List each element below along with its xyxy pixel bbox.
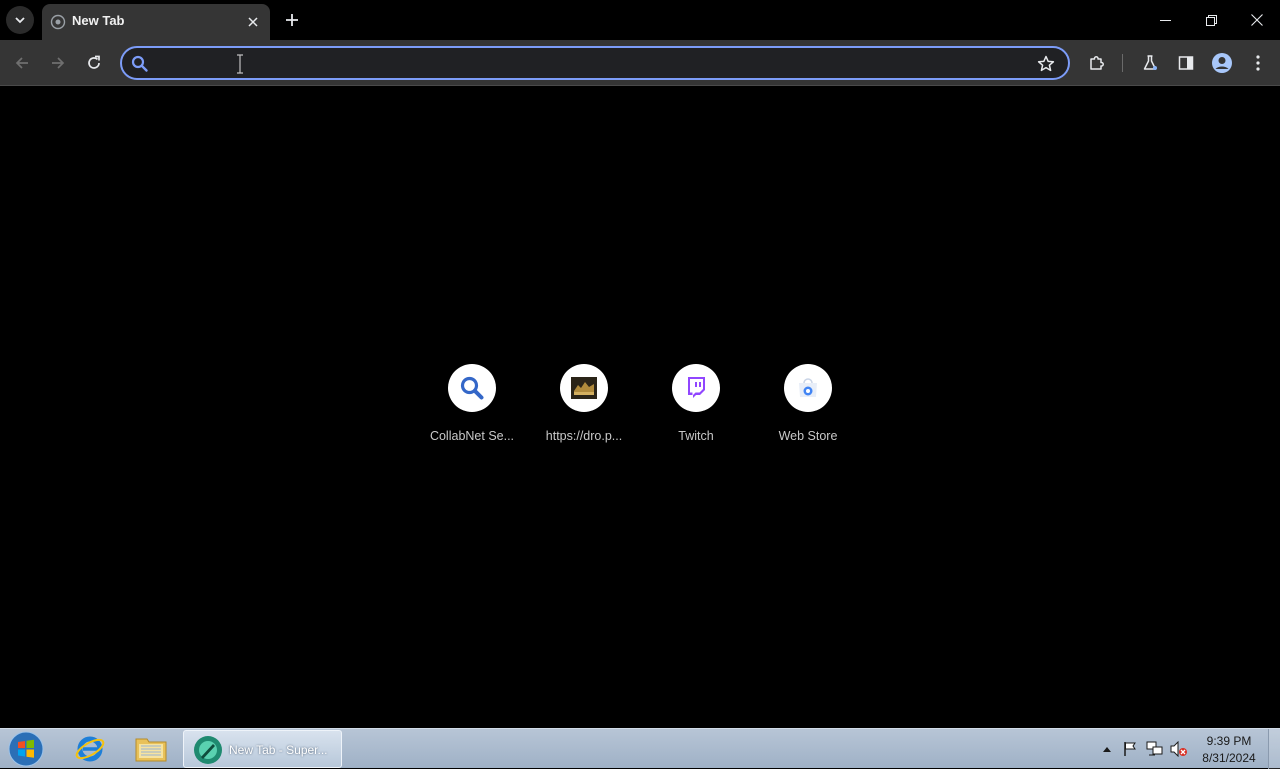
avatar-icon xyxy=(1212,53,1232,73)
shortcut-tile[interactable]: Twitch xyxy=(640,364,752,460)
shortcut-icon xyxy=(448,364,496,412)
close-icon xyxy=(1251,14,1263,26)
system-clock[interactable]: 9:39 PM 8/31/2024 xyxy=(1196,733,1262,767)
volume-tray-icon[interactable] xyxy=(1170,741,1188,757)
flag-icon xyxy=(1124,742,1136,756)
tab-new-tab[interactable]: New Tab xyxy=(42,4,270,40)
address-input[interactable] xyxy=(156,52,1026,74)
show-hidden-icons-button[interactable] xyxy=(1098,741,1116,757)
clock-time: 9:39 PM xyxy=(1206,734,1252,748)
text-cursor-icon xyxy=(237,54,243,74)
search-icon xyxy=(131,55,148,72)
back-button[interactable] xyxy=(7,48,37,78)
tab-close-button[interactable] xyxy=(242,11,264,33)
shortcut-icon xyxy=(672,364,720,412)
more-vertical-icon xyxy=(1256,55,1260,71)
shortcut-icon xyxy=(560,364,608,412)
extensions-button[interactable] xyxy=(1082,48,1112,78)
arrow-left-icon xyxy=(15,57,28,69)
minimize-icon xyxy=(1159,19,1171,21)
tab-strip: New Tab xyxy=(0,0,1280,40)
browser-window: New Tab CollabNet Se... https://dro.p...… xyxy=(0,0,1280,728)
restore-button[interactable] xyxy=(1188,0,1234,40)
clock-date: 8/31/2024 xyxy=(1202,751,1256,765)
bookmark-star-icon[interactable] xyxy=(1036,54,1056,74)
new-tab-page: CollabNet Se... https://dro.p... Twitch … xyxy=(0,87,1280,728)
search-icon xyxy=(460,376,484,400)
windows-logo-icon xyxy=(8,731,44,767)
profile-button[interactable] xyxy=(1207,48,1237,78)
shortcut-tile[interactable]: https://dro.p... xyxy=(528,364,640,460)
taskbar-window-label: New Tab - Super... xyxy=(229,743,328,757)
network-icon xyxy=(1146,741,1163,756)
shortcut-label: Web Store xyxy=(778,429,838,443)
tab-search-button[interactable] xyxy=(6,6,34,34)
minimize-button[interactable] xyxy=(1142,0,1188,40)
globe-icon xyxy=(50,14,66,30)
chevron-down-icon xyxy=(15,17,25,24)
shortcut-tile[interactable]: Web Store xyxy=(752,364,864,460)
volume-muted-icon xyxy=(1170,741,1187,757)
taskbar-window-browser[interactable]: New Tab - Super... xyxy=(183,730,342,768)
flask-icon xyxy=(1143,55,1157,70)
shortcut-tile[interactable]: CollabNet Se... xyxy=(416,364,528,460)
web-store-icon xyxy=(799,378,817,397)
taskbar-internet-explorer[interactable] xyxy=(62,730,118,768)
new-tab-button[interactable] xyxy=(280,6,304,34)
restore-icon xyxy=(1205,14,1217,26)
toolbar-divider xyxy=(1122,54,1123,72)
address-bar[interactable] xyxy=(120,46,1070,80)
close-window-button[interactable] xyxy=(1234,0,1280,40)
shortcut-icon xyxy=(784,364,832,412)
twitch-icon xyxy=(688,377,705,398)
internet-explorer-icon xyxy=(75,736,105,762)
side-panel-icon xyxy=(1178,56,1194,70)
folder-icon xyxy=(135,738,167,762)
plus-icon xyxy=(286,14,298,26)
shortcut-label: CollabNet Se... xyxy=(429,429,515,443)
reload-button[interactable] xyxy=(79,48,109,78)
puzzle-icon xyxy=(1090,56,1104,70)
network-tray-icon[interactable] xyxy=(1146,741,1164,757)
taskbar-file-explorer[interactable] xyxy=(123,730,179,768)
chevron-up-icon xyxy=(1103,747,1111,752)
shortcut-label: Twitch xyxy=(678,429,714,443)
show-desktop-button[interactable] xyxy=(1268,729,1280,769)
arrow-right-icon xyxy=(52,57,65,69)
taskbar: New Tab - Super... 9:39 PM 8/31/2024 xyxy=(0,728,1280,769)
shortcut-label: https://dro.p... xyxy=(545,429,623,443)
toolbar xyxy=(0,40,1280,86)
browser-app-icon xyxy=(194,736,222,764)
side-panel-button[interactable] xyxy=(1171,48,1201,78)
action-center-tray-icon[interactable] xyxy=(1121,741,1139,757)
forward-button[interactable] xyxy=(43,48,73,78)
site-favicon xyxy=(571,377,597,399)
menu-button[interactable] xyxy=(1243,48,1273,78)
tab-title: New Tab xyxy=(72,13,125,28)
start-button[interactable] xyxy=(4,730,48,768)
reload-icon xyxy=(88,55,100,69)
labs-button[interactable] xyxy=(1135,48,1165,78)
close-icon xyxy=(248,17,258,27)
